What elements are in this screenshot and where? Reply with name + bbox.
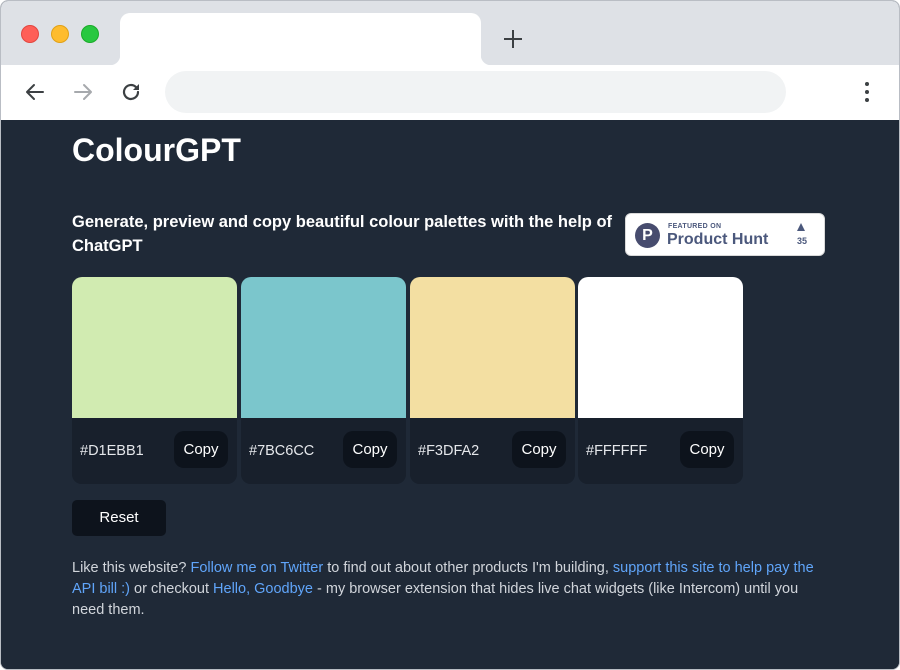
- minimize-window-button[interactable]: [51, 25, 69, 43]
- colour-swatch: [410, 277, 575, 418]
- hex-code: #F3DFA2: [418, 443, 480, 459]
- footer-text-part: Like this website?: [72, 560, 191, 576]
- reload-icon[interactable]: [117, 78, 145, 106]
- palette-card-2: #7BC6CC Copy: [241, 277, 406, 484]
- badge-vote-count: 35: [796, 236, 807, 246]
- maximize-window-button[interactable]: [81, 25, 99, 43]
- back-arrow-icon[interactable]: [21, 78, 49, 106]
- copy-button[interactable]: Copy: [174, 431, 228, 468]
- product-hunt-logo-icon: P: [635, 223, 660, 248]
- colour-swatch: [578, 277, 743, 418]
- hello-goodbye-link[interactable]: Hello, Goodbye: [213, 581, 313, 597]
- footer-text-part: or checkout: [130, 581, 214, 597]
- page-subtitle: Generate, preview and copy beautiful col…: [72, 213, 613, 255]
- tab-strip: [1, 1, 899, 65]
- swatch-footer: #F3DFA2 Copy: [410, 418, 575, 484]
- forward-arrow-icon[interactable]: [69, 78, 97, 106]
- browser-window: ColourGPT Generate, preview and copy bea…: [0, 0, 900, 670]
- browser-toolbar: [1, 65, 899, 120]
- upvote-triangle-icon: [797, 223, 805, 231]
- palette-card-4: #FFFFFF Copy: [578, 277, 743, 484]
- hex-code: #FFFFFF: [586, 443, 648, 459]
- twitter-link[interactable]: Follow me on Twitter: [190, 560, 323, 576]
- browser-tab-active[interactable]: [110, 13, 491, 65]
- more-menu-icon[interactable]: [857, 80, 877, 104]
- palette-card-1: #D1EBB1 Copy: [72, 277, 237, 484]
- swatch-footer: #7BC6CC Copy: [241, 418, 406, 484]
- page-title: ColourGPT: [72, 132, 241, 168]
- new-tab-plus-icon[interactable]: [501, 27, 525, 51]
- copy-button[interactable]: Copy: [512, 431, 566, 468]
- colour-swatch: [72, 277, 237, 418]
- colour-palette: #D1EBB1 Copy #7BC6CC Copy #F3DFA2 Copy #…: [72, 277, 744, 484]
- badge-featured-label: FEATURED ON: [668, 223, 722, 230]
- swatch-footer: #FFFFFF Copy: [578, 418, 743, 484]
- hex-code: #7BC6CC: [249, 443, 315, 459]
- palette-card-3: #F3DFA2 Copy: [410, 277, 575, 484]
- swatch-footer: #D1EBB1 Copy: [72, 418, 237, 484]
- copy-button[interactable]: Copy: [680, 431, 734, 468]
- footer-text-part: to find out about other products I'm bui…: [323, 560, 613, 576]
- address-bar[interactable]: [165, 71, 786, 113]
- footer-text: Like this website? Follow me on Twitter …: [72, 558, 832, 621]
- colour-swatch: [241, 277, 406, 418]
- close-window-button[interactable]: [21, 25, 39, 43]
- page-content: ColourGPT Generate, preview and copy bea…: [1, 120, 899, 669]
- reset-button[interactable]: Reset: [72, 500, 166, 536]
- badge-name: Product Hunt: [667, 231, 769, 248]
- hex-code: #D1EBB1: [80, 443, 144, 459]
- copy-button[interactable]: Copy: [343, 431, 397, 468]
- product-hunt-badge[interactable]: P FEATURED ON Product Hunt 35: [625, 213, 825, 256]
